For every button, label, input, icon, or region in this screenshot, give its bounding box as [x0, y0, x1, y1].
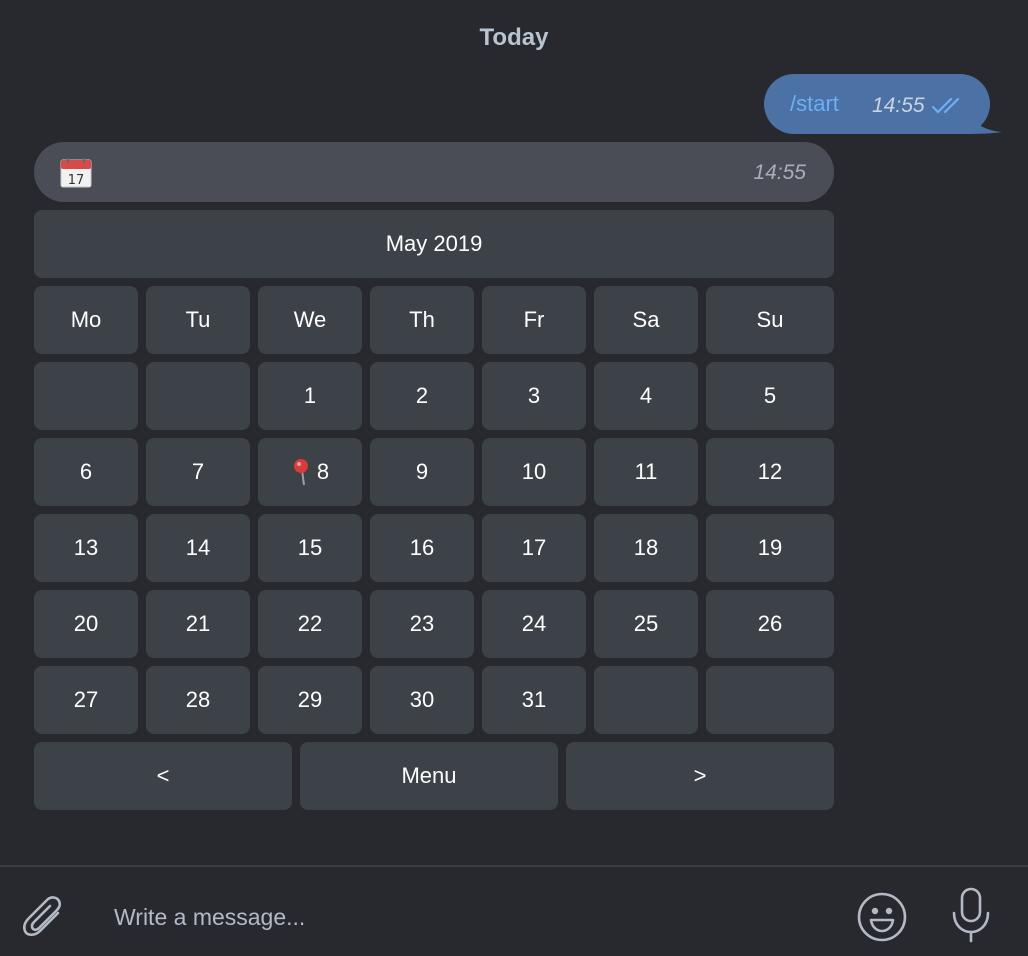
day-button[interactable]: 17: [482, 514, 586, 582]
day-button[interactable]: 23: [370, 590, 474, 658]
month-year-button[interactable]: May 2019: [34, 210, 834, 278]
empty-day-button[interactable]: [146, 362, 250, 430]
weekday-header[interactable]: Th: [370, 286, 474, 354]
weekday-header[interactable]: Sa: [594, 286, 698, 354]
day-button[interactable]: 10: [482, 438, 586, 506]
day-button[interactable]: 27: [34, 666, 138, 734]
next-month-button[interactable]: >: [566, 742, 834, 810]
day-button[interactable]: 19: [706, 514, 834, 582]
day-button-marked[interactable]: 8: [258, 438, 362, 506]
weekday-header[interactable]: Fr: [482, 286, 586, 354]
incoming-message[interactable]: 17 14:55: [34, 142, 834, 202]
day-button[interactable]: 2: [370, 362, 474, 430]
day-button[interactable]: 1: [258, 362, 362, 430]
day-button[interactable]: 9: [370, 438, 474, 506]
day-button[interactable]: 12: [706, 438, 834, 506]
weekday-header[interactable]: Tu: [146, 286, 250, 354]
svg-text:17: 17: [68, 173, 85, 188]
day-button[interactable]: 21: [146, 590, 250, 658]
message-time: 14:55: [872, 94, 925, 117]
day-label: 8: [316, 459, 330, 484]
menu-button[interactable]: Menu: [300, 742, 558, 810]
day-button[interactable]: 14: [146, 514, 250, 582]
prev-month-button[interactable]: <: [34, 742, 292, 810]
outgoing-message[interactable]: /start 14:55: [764, 74, 990, 134]
empty-day-button[interactable]: [594, 666, 698, 734]
day-button[interactable]: 5: [706, 362, 834, 430]
day-button[interactable]: 3: [482, 362, 586, 430]
day-button[interactable]: 22: [258, 590, 362, 658]
message-input[interactable]: [96, 897, 814, 937]
microphone-icon[interactable]: [948, 887, 994, 943]
day-button[interactable]: 24: [482, 590, 586, 658]
day-button[interactable]: 30: [370, 666, 474, 734]
day-button[interactable]: 18: [594, 514, 698, 582]
empty-day-button[interactable]: [706, 666, 834, 734]
day-button[interactable]: 13: [34, 514, 138, 582]
day-button[interactable]: 20: [34, 590, 138, 658]
double-check-icon: [932, 97, 960, 114]
day-button[interactable]: 11: [594, 438, 698, 506]
message-text[interactable]: /start: [790, 91, 839, 117]
day-button[interactable]: 15: [258, 514, 362, 582]
weekday-header[interactable]: We: [258, 286, 362, 354]
day-button[interactable]: 7: [146, 438, 250, 506]
day-button[interactable]: 31: [482, 666, 586, 734]
day-button[interactable]: 29: [258, 666, 362, 734]
calendar-icon: 17: [60, 158, 92, 188]
weekday-header[interactable]: Su: [706, 286, 834, 354]
emoji-icon[interactable]: [856, 891, 908, 943]
date-separator: Today: [479, 24, 549, 51]
day-button[interactable]: 6: [34, 438, 138, 506]
message-composer: [0, 867, 1028, 956]
empty-day-button[interactable]: [34, 362, 138, 430]
day-button[interactable]: 25: [594, 590, 698, 658]
day-button[interactable]: 26: [706, 590, 834, 658]
pushpin-icon: [293, 459, 308, 486]
day-button[interactable]: 28: [146, 666, 250, 734]
paperclip-icon[interactable]: [20, 893, 68, 941]
weekday-header[interactable]: Mo: [34, 286, 138, 354]
message-time: 14:55: [753, 161, 806, 184]
day-button[interactable]: 16: [370, 514, 474, 582]
day-button[interactable]: 4: [594, 362, 698, 430]
